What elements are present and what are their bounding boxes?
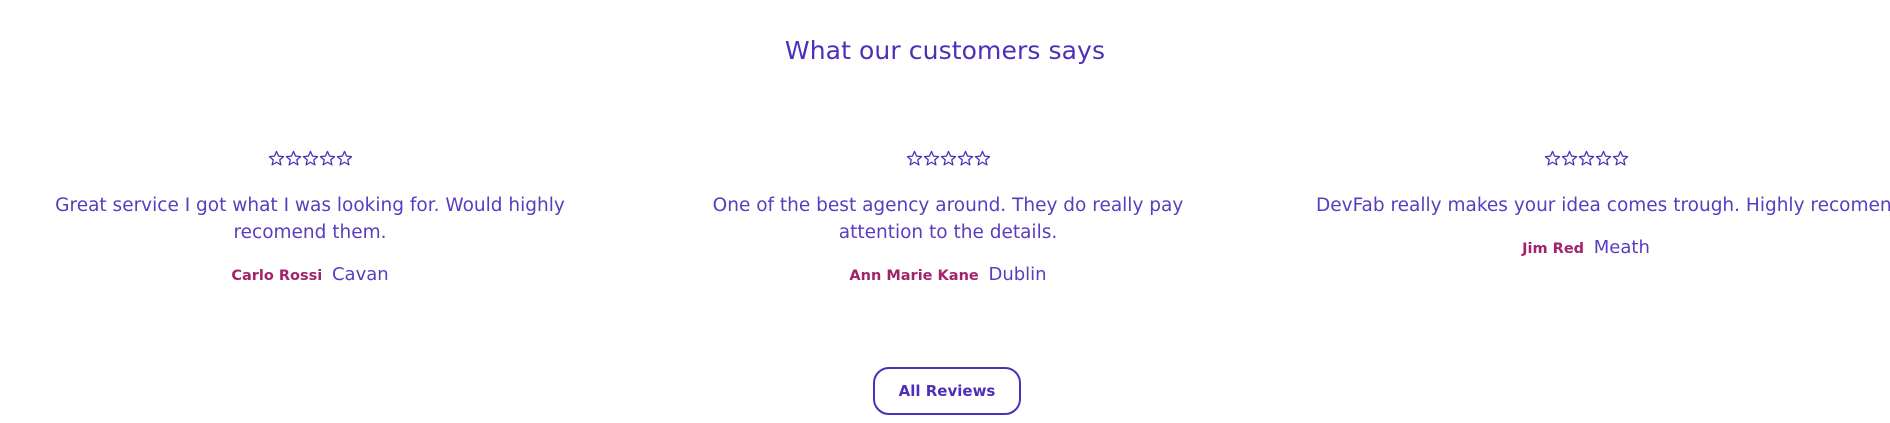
- review-text: DevFab really makes your idea comes trou…: [1316, 195, 1890, 216]
- review-card: Great service I got what I was looking f…: [40, 150, 580, 285]
- star-outline-icon: [940, 150, 957, 167]
- star-outline-icon: [285, 150, 302, 167]
- author-location: Meath: [1593, 237, 1650, 258]
- review-card: DevFab really makes your idea comes trou…: [1316, 150, 1890, 258]
- star-outline-icon: [906, 150, 923, 167]
- author-name: Jim Red: [1522, 241, 1585, 257]
- review-author: Jim Red Meath: [1316, 237, 1856, 258]
- author-location: Dublin: [988, 264, 1047, 285]
- section-title: What our customers says: [784, 36, 1106, 65]
- star-rating: [1316, 150, 1856, 172]
- star-outline-icon: [1544, 150, 1561, 167]
- star-outline-icon: [336, 150, 353, 167]
- all-reviews-button[interactable]: All Reviews: [873, 367, 1021, 415]
- author-name: Ann Marie Kane: [849, 268, 979, 284]
- author-name: Carlo Rossi: [231, 268, 323, 284]
- star-rating: [40, 150, 580, 172]
- star-outline-icon: [1578, 150, 1595, 167]
- star-rating: [678, 150, 1218, 172]
- star-outline-icon: [1595, 150, 1612, 167]
- author-location: Cavan: [331, 264, 389, 285]
- review-card: One of the best agency around. They do r…: [678, 150, 1218, 285]
- review-text: Great service I got what I was looking f…: [55, 195, 565, 243]
- star-outline-icon: [1612, 150, 1629, 167]
- review-text: One of the best agency around. They do r…: [712, 195, 1184, 243]
- star-outline-icon: [923, 150, 940, 167]
- star-outline-icon: [268, 150, 285, 167]
- star-outline-icon: [302, 150, 319, 167]
- star-outline-icon: [957, 150, 974, 167]
- star-outline-icon: [319, 150, 336, 167]
- review-author: Carlo Rossi Cavan: [40, 264, 580, 285]
- review-author: Ann Marie Kane Dublin: [678, 264, 1218, 285]
- star-outline-icon: [1561, 150, 1578, 167]
- star-outline-icon: [974, 150, 991, 167]
